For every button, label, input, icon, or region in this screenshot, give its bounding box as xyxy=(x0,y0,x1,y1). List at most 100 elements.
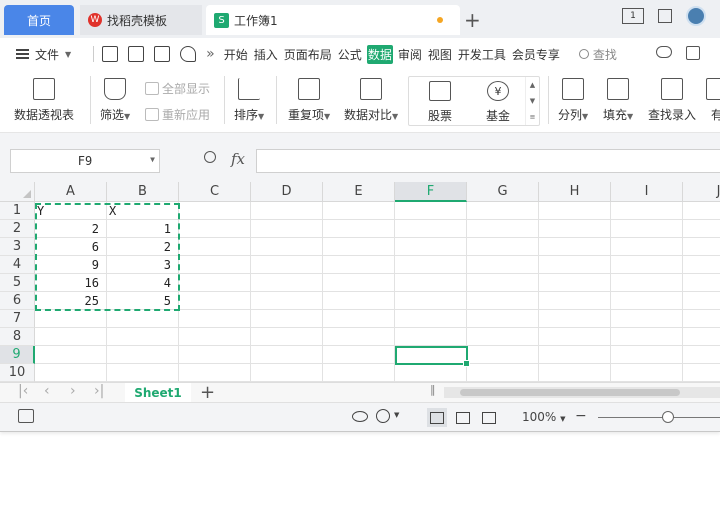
row-header[interactable]: 3 xyxy=(0,238,35,256)
eye-protection-icon[interactable] xyxy=(352,411,368,422)
print-preview-icon[interactable] xyxy=(180,46,197,62)
filter-label: 筛选 xyxy=(100,108,125,122)
data-type-gallery: 股票 ¥ 基金 ▲ ▼ ≡ xyxy=(408,76,540,126)
active-cell-f9[interactable] xyxy=(395,346,470,367)
show-all-button[interactable]: 全部显示 xyxy=(145,80,210,97)
center-view-icon[interactable] xyxy=(376,409,390,423)
duplicates-button[interactable]: 重复项▼ xyxy=(288,78,330,123)
menu-review[interactable]: 审阅 xyxy=(397,45,423,64)
formula-bar: F9 ▼ fx xyxy=(0,132,720,182)
sheet-tab-sheet1[interactable]: Sheet1 xyxy=(125,383,191,403)
chevron-down-icon[interactable]: ▼ xyxy=(394,411,399,419)
fill-down-icon xyxy=(607,78,630,100)
more-tools-icon[interactable]: » xyxy=(206,46,215,62)
menu-page-layout[interactable]: 页面布局 xyxy=(283,45,333,64)
zoom-icon[interactable] xyxy=(204,151,216,163)
data-compare-button[interactable]: 数据对比▼ xyxy=(344,78,398,123)
pivot-table-button[interactable]: 数据透视表 xyxy=(14,78,74,123)
chevron-down-icon[interactable]: ▼ xyxy=(530,97,535,105)
horizontal-scrollbar[interactable] xyxy=(444,387,720,398)
menu-view[interactable]: 视图 xyxy=(427,45,453,64)
new-tab-button[interactable]: + xyxy=(464,8,481,32)
share-icon[interactable] xyxy=(686,46,700,60)
lookup-entry-button[interactable]: 查找录入 xyxy=(648,78,696,123)
macro-icon[interactable] xyxy=(18,409,34,423)
worksheet-grid[interactable]: A B C D E F G H I J 1 2 3 4 5 6 7 8 9 10 Y X 2 1 6 2 9 3 16 4 25 5 xyxy=(0,182,720,382)
column-header[interactable]: G xyxy=(467,182,539,202)
zoom-slider[interactable] xyxy=(598,417,720,418)
prev-sheet-icon[interactable]: ‹ xyxy=(44,383,50,399)
row-header[interactable]: 6 xyxy=(0,292,35,310)
split-columns-button[interactable]: 分列▼ xyxy=(558,78,588,123)
chevron-down-icon[interactable]: ▼ xyxy=(150,155,155,164)
tab-workbook[interactable]: S 工作簿1 xyxy=(206,5,460,35)
row-header[interactable]: 2 xyxy=(0,220,35,238)
zoom-level[interactable]: 100% ▼ xyxy=(522,410,566,424)
gridline xyxy=(322,202,323,382)
avatar[interactable] xyxy=(686,6,706,26)
column-header[interactable]: D xyxy=(251,182,323,202)
sort-label: 排序 xyxy=(234,108,259,122)
row-header[interactable]: 4 xyxy=(0,256,35,274)
function-icon[interactable]: fx xyxy=(231,150,245,168)
next-sheet-icon[interactable]: › xyxy=(70,383,76,399)
row-header[interactable]: 9 xyxy=(0,346,35,364)
normal-view-button[interactable] xyxy=(427,408,447,427)
file-menu[interactable]: 文件 ▼ xyxy=(16,46,71,63)
chevron-up-icon[interactable]: ▲ xyxy=(530,81,535,89)
column-header[interactable]: B xyxy=(107,182,179,202)
menu-start[interactable]: 开始 xyxy=(223,45,249,64)
tab-bar: 首页 W 找稻壳模板 S 工作簿1 + 1 xyxy=(0,0,720,38)
reapply-button[interactable]: 重新应用 xyxy=(145,106,210,123)
menu-right-icons xyxy=(656,46,700,60)
fund-button[interactable]: ¥ 基金 xyxy=(473,81,523,124)
select-all-corner[interactable] xyxy=(0,182,35,202)
export-icon[interactable] xyxy=(128,46,145,62)
fill-button[interactable]: 填充▼ xyxy=(603,78,633,123)
cloud-sync-icon[interactable] xyxy=(656,46,672,58)
tab-template[interactable]: W 找稻壳模板 xyxy=(80,5,202,35)
column-header[interactable]: E xyxy=(323,182,395,202)
expand-icon[interactable]: ≡ xyxy=(530,113,536,121)
chevron-down-icon: ▼ xyxy=(582,112,589,121)
scrollbar-thumb[interactable] xyxy=(460,389,680,396)
filter-button[interactable]: 筛选▼ xyxy=(100,78,130,123)
search-box[interactable]: 查找 xyxy=(578,46,617,63)
add-sheet-button[interactable]: + xyxy=(200,382,215,403)
last-sheet-icon[interactable]: ›| xyxy=(94,383,104,399)
zoom-out-button[interactable]: − xyxy=(575,408,587,424)
column-header[interactable]: J xyxy=(683,182,720,202)
sort-button[interactable]: 排序▼ xyxy=(234,78,264,123)
zoom-slider-knob[interactable] xyxy=(662,411,674,423)
column-header[interactable]: H xyxy=(539,182,611,202)
save-icon[interactable] xyxy=(102,46,119,62)
menu-insert[interactable]: 插入 xyxy=(253,45,279,64)
row-header[interactable]: 1 xyxy=(0,202,35,220)
tab-home[interactable]: 首页 xyxy=(4,5,74,35)
grid-apps-icon[interactable] xyxy=(658,9,672,23)
formula-input[interactable] xyxy=(256,149,720,173)
more-ribbon-button[interactable]: 有 xyxy=(706,78,720,123)
column-header[interactable]: C xyxy=(179,182,251,202)
menu-formula[interactable]: 公式 xyxy=(337,45,363,64)
row-header[interactable]: 8 xyxy=(0,328,35,346)
page-break-view-button[interactable] xyxy=(479,408,499,427)
row-header[interactable]: 5 xyxy=(0,274,35,292)
print-icon[interactable] xyxy=(154,46,171,62)
menu-member[interactable]: 会员专享 xyxy=(511,45,561,64)
column-header[interactable]: I xyxy=(611,182,683,202)
column-header[interactable]: A xyxy=(35,182,107,202)
column-header[interactable]: F xyxy=(395,182,467,202)
page-layout-view-button[interactable] xyxy=(453,408,473,427)
page-count-icon[interactable]: 1 xyxy=(622,8,644,24)
gallery-scroll[interactable]: ▲ ▼ ≡ xyxy=(525,77,539,125)
chevron-down-icon: ▼ xyxy=(627,112,634,121)
row-header[interactable]: 7 xyxy=(0,310,35,328)
split-handle-icon[interactable]: ‖ xyxy=(430,383,436,396)
row-header[interactable]: 10 xyxy=(0,364,35,382)
name-box[interactable]: F9 ▼ xyxy=(10,149,160,173)
menu-developer[interactable]: 开发工具 xyxy=(457,45,507,64)
menu-data[interactable]: 数据 xyxy=(366,44,393,64)
stock-button[interactable]: 股票 xyxy=(415,81,465,124)
first-sheet-icon[interactable]: |‹ xyxy=(18,383,28,399)
